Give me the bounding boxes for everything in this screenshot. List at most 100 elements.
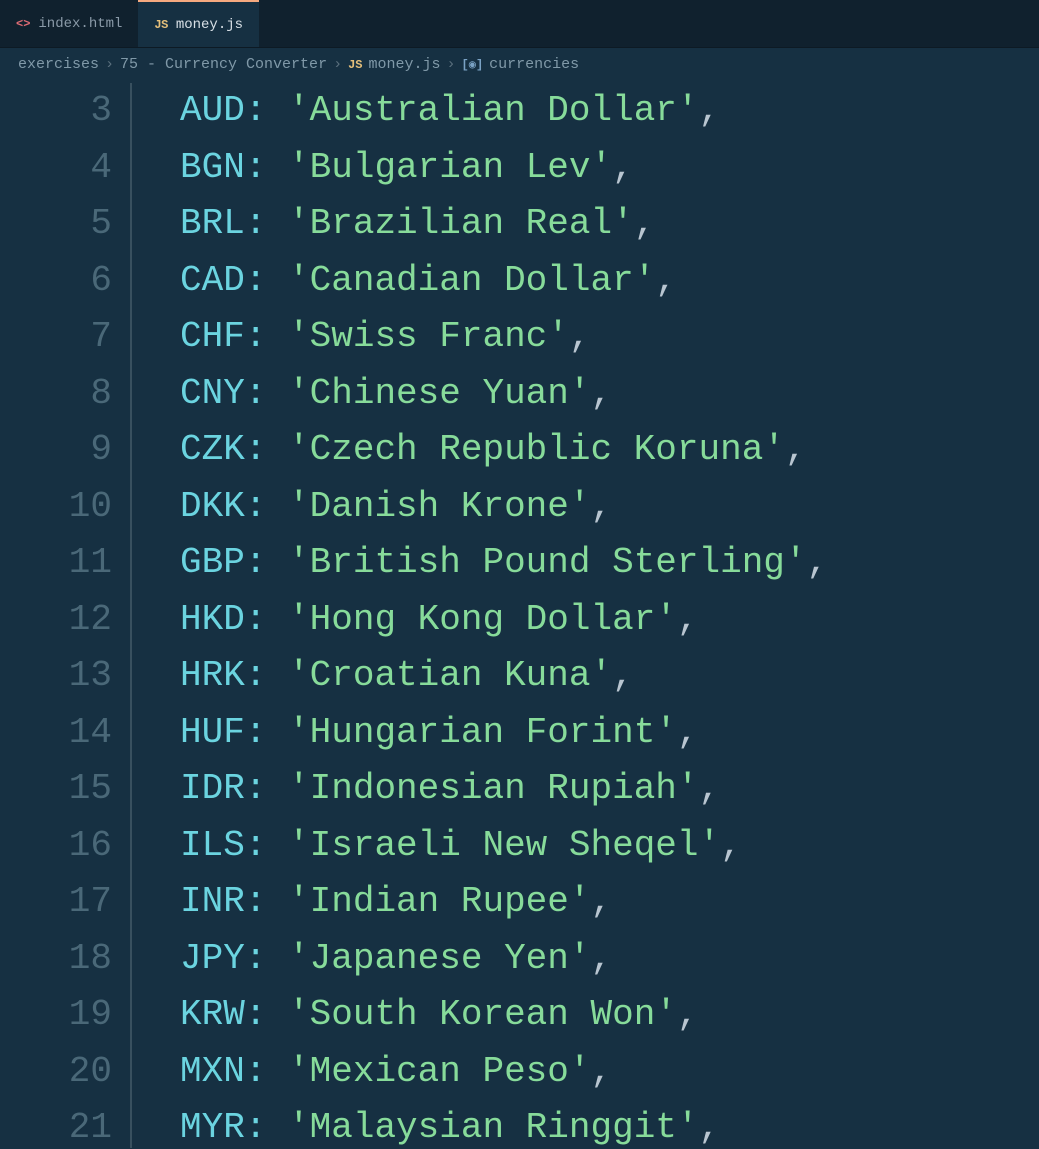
string-literal: 'Malaysian Ringgit' [288, 1107, 698, 1148]
comma-punct: , [590, 373, 612, 414]
object-key: BRL [180, 203, 245, 244]
string-literal: 'Japanese Yen' [288, 938, 590, 979]
code-editor[interactable]: 3456789101112131415161718192021 AUD: 'Au… [0, 81, 1039, 1148]
colon-punct: : [245, 90, 267, 131]
object-key: BGN [180, 147, 245, 188]
string-literal: 'Chinese Yuan' [288, 373, 590, 414]
line-number: 4 [0, 140, 112, 197]
code-line[interactable]: CAD: 'Canadian Dollar', [180, 253, 1039, 310]
breadcrumb-item[interactable]: currencies [489, 56, 579, 73]
line-number: 16 [0, 818, 112, 875]
code-line[interactable]: JPY: 'Japanese Yen', [180, 931, 1039, 988]
string-literal: 'Czech Republic Koruna' [288, 429, 785, 470]
line-number: 7 [0, 309, 112, 366]
object-key: CHF [180, 316, 245, 357]
code-line[interactable]: DKK: 'Danish Krone', [180, 479, 1039, 536]
colon-punct: : [245, 1107, 267, 1148]
line-number: 20 [0, 1044, 112, 1101]
breadcrumb: exercises›75 - Currency Converter›JSmone… [0, 48, 1039, 81]
code-line[interactable]: ILS: 'Israeli New Sheqel', [180, 818, 1039, 875]
object-key: KRW [180, 994, 245, 1035]
colon-punct: : [245, 486, 267, 527]
object-key: HUF [180, 712, 245, 753]
colon-punct: : [245, 825, 267, 866]
code-line[interactable]: INR: 'Indian Rupee', [180, 874, 1039, 931]
code-line[interactable]: AUD: 'Australian Dollar', [180, 83, 1039, 140]
line-number: 15 [0, 761, 112, 818]
string-literal: 'Brazilian Real' [288, 203, 634, 244]
comma-punct: , [590, 881, 612, 922]
line-number: 17 [0, 874, 112, 931]
code-line[interactable]: CNY: 'Chinese Yuan', [180, 366, 1039, 423]
js-file-icon: JS [154, 18, 167, 32]
chevron-right-icon: › [447, 56, 456, 73]
code-line[interactable]: HRK: 'Croatian Kuna', [180, 648, 1039, 705]
object-key: ILS [180, 825, 245, 866]
line-number-gutter: 3456789101112131415161718192021 [0, 83, 130, 1148]
comma-punct: , [612, 655, 634, 696]
code-line[interactable]: KRW: 'South Korean Won', [180, 987, 1039, 1044]
object-key: HRK [180, 655, 245, 696]
string-literal: 'British Pound Sterling' [288, 542, 806, 583]
comma-punct: , [677, 994, 699, 1035]
colon-punct: : [245, 316, 267, 357]
string-literal: 'Canadian Dollar' [288, 260, 655, 301]
string-literal: 'Croatian Kuna' [288, 655, 612, 696]
comma-punct: , [677, 599, 699, 640]
code-area[interactable]: AUD: 'Australian Dollar',BGN: 'Bulgarian… [132, 83, 1039, 1148]
comma-punct: , [699, 768, 721, 809]
object-key: DKK [180, 486, 245, 527]
line-number: 6 [0, 253, 112, 310]
object-key: AUD [180, 90, 245, 131]
line-number: 9 [0, 422, 112, 479]
comma-punct: , [569, 316, 591, 357]
indent-guide [130, 83, 132, 1148]
object-key: CZK [180, 429, 245, 470]
line-number: 13 [0, 648, 112, 705]
colon-punct: : [245, 938, 267, 979]
code-line[interactable]: IDR: 'Indonesian Rupiah', [180, 761, 1039, 818]
comma-punct: , [699, 90, 721, 131]
colon-punct: : [245, 373, 267, 414]
code-line[interactable]: CHF: 'Swiss Franc', [180, 309, 1039, 366]
code-line[interactable]: HUF: 'Hungarian Forint', [180, 705, 1039, 762]
string-literal: 'Australian Dollar' [288, 90, 698, 131]
colon-punct: : [245, 260, 267, 301]
object-key: GBP [180, 542, 245, 583]
code-line[interactable]: CZK: 'Czech Republic Koruna', [180, 422, 1039, 479]
line-number: 14 [0, 705, 112, 762]
object-key: IDR [180, 768, 245, 809]
chevron-right-icon: › [333, 56, 342, 73]
colon-punct: : [245, 147, 267, 188]
object-key: MYR [180, 1107, 245, 1148]
colon-punct: : [245, 203, 267, 244]
line-number: 5 [0, 196, 112, 253]
breadcrumb-item[interactable]: exercises [18, 56, 99, 73]
string-literal: 'South Korean Won' [288, 994, 677, 1035]
comma-punct: , [612, 147, 634, 188]
colon-punct: : [245, 1051, 267, 1092]
code-line[interactable]: HKD: 'Hong Kong Dollar', [180, 592, 1039, 649]
symbol-icon: [◉] [462, 57, 484, 72]
html-file-icon: <> [16, 17, 30, 31]
object-key: JPY [180, 938, 245, 979]
tab-index-html[interactable]: <>index.html [0, 0, 138, 47]
object-key: INR [180, 881, 245, 922]
code-line[interactable]: BGN: 'Bulgarian Lev', [180, 140, 1039, 197]
colon-punct: : [245, 599, 267, 640]
code-line[interactable]: GBP: 'British Pound Sterling', [180, 535, 1039, 592]
code-line[interactable]: MYR: 'Malaysian Ringgit', [180, 1100, 1039, 1148]
breadcrumb-item[interactable]: money.js [369, 56, 441, 73]
breadcrumb-item[interactable]: 75 - Currency Converter [120, 56, 327, 73]
colon-punct: : [245, 768, 267, 809]
string-literal: 'Danish Krone' [288, 486, 590, 527]
colon-punct: : [245, 712, 267, 753]
colon-punct: : [245, 881, 267, 922]
code-line[interactable]: BRL: 'Brazilian Real', [180, 196, 1039, 253]
tab-money-js[interactable]: JSmoney.js [138, 0, 259, 47]
string-literal: 'Bulgarian Lev' [288, 147, 612, 188]
string-literal: 'Hong Kong Dollar' [288, 599, 677, 640]
chevron-right-icon: › [105, 56, 114, 73]
code-line[interactable]: MXN: 'Mexican Peso', [180, 1044, 1039, 1101]
colon-punct: : [245, 655, 267, 696]
